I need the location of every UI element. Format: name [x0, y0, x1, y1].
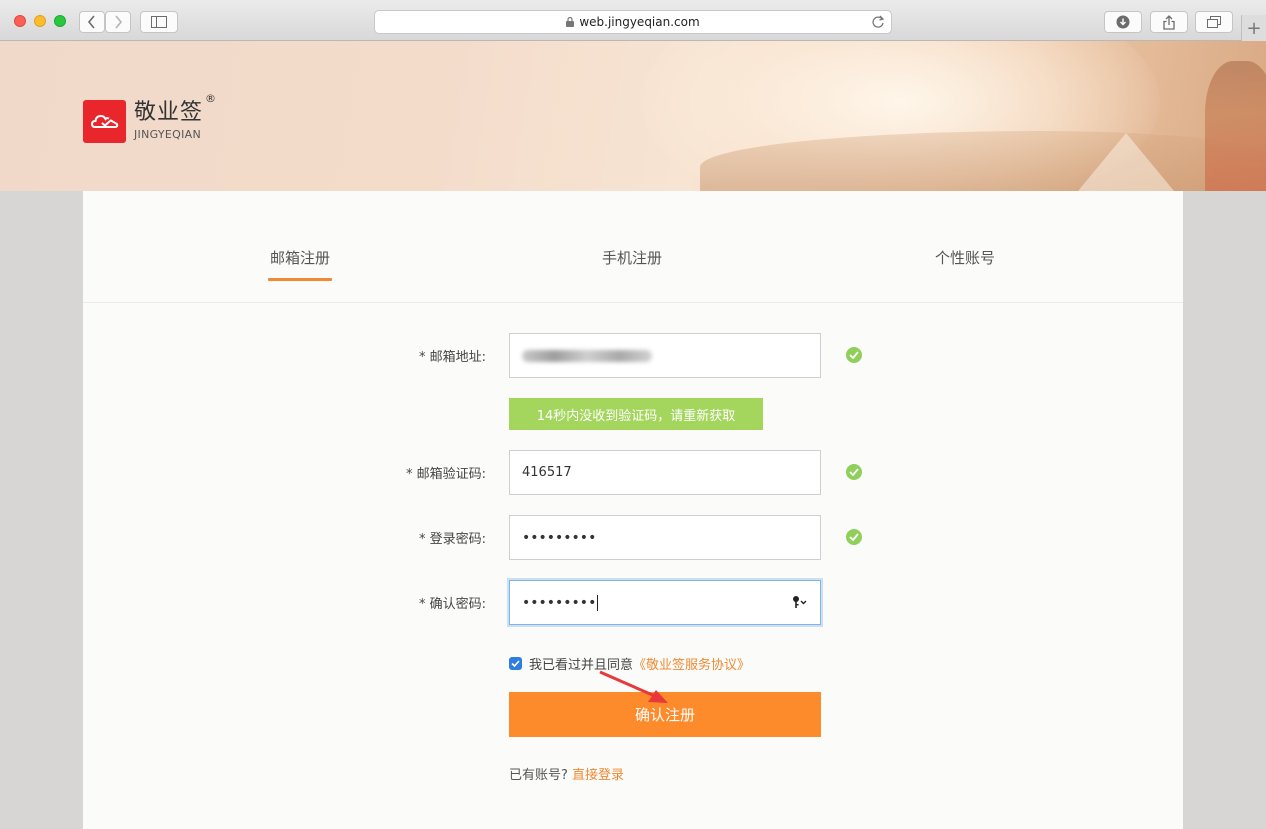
address-bar[interactable]: web.jingyeqian.com	[374, 10, 892, 34]
email-code-field[interactable]: 416517	[509, 450, 821, 495]
share-button[interactable]	[1150, 11, 1188, 33]
lock-icon	[566, 17, 575, 27]
logo-name-en: JINGYEQIAN	[134, 128, 202, 141]
tabs-icon	[1207, 15, 1221, 28]
back-button[interactable]	[79, 11, 105, 33]
tab-email-register[interactable]: 邮箱注册	[268, 247, 332, 281]
blurred-email-value	[522, 349, 652, 362]
checkmark-icon	[511, 660, 520, 667]
tab-label: 邮箱注册	[269, 249, 330, 267]
password-label: * 登录密码:	[418, 532, 486, 547]
zoom-window-button[interactable]	[54, 15, 66, 27]
minimize-window-button[interactable]	[34, 15, 46, 27]
sidebar-icon	[151, 16, 167, 28]
tab-label: 个性账号	[934, 249, 995, 267]
share-icon	[1163, 14, 1175, 30]
confirm-register-button[interactable]: 确认注册	[509, 692, 821, 737]
download-icon	[1116, 15, 1130, 29]
code-valid-check-icon	[846, 464, 862, 480]
tab-label: 手机注册	[601, 249, 662, 267]
register-card: 邮箱注册 手机注册 个性账号 * 邮箱地址: 14秒内没收到验证码，请重新获取 …	[83, 191, 1183, 829]
reload-icon[interactable]	[871, 14, 885, 30]
confirm-password-masked-value: •••••••••	[522, 594, 597, 611]
email-label: * 邮箱地址:	[418, 350, 486, 365]
has-account-text: 已有账号?	[509, 768, 568, 783]
banner-tent	[1078, 133, 1174, 191]
tab-custom-account[interactable]: 个性账号	[933, 247, 997, 268]
banner-person	[1205, 61, 1266, 191]
agree-checkbox[interactable]	[509, 657, 522, 670]
browser-toolbar: web.jingyeqian.com +	[0, 0, 1266, 41]
direct-login-link[interactable]: 直接登录	[572, 768, 624, 783]
tab-phone-register[interactable]: 手机注册	[600, 247, 664, 268]
password-valid-check-icon	[846, 529, 862, 545]
key-autofill-icon[interactable]	[792, 595, 808, 609]
email-field[interactable]	[509, 333, 821, 378]
tab-overview-button[interactable]	[1195, 11, 1233, 33]
confirm-password-field[interactable]: •••••••••	[509, 580, 821, 625]
login-prompt: 已有账号? 直接登录	[509, 764, 624, 783]
chevron-right-icon	[115, 15, 123, 29]
resend-code-button[interactable]: 14秒内没收到验证码，请重新获取	[509, 398, 763, 430]
downloads-button[interactable]	[1104, 11, 1142, 33]
agree-text: 我已看过并且同意	[529, 658, 634, 673]
password-field[interactable]: •••••••••	[509, 515, 821, 560]
email-valid-check-icon	[846, 347, 862, 363]
code-label: * 邮箱验证码:	[405, 467, 486, 482]
sidebar-toggle-button[interactable]	[140, 11, 178, 33]
registered-mark: ®	[205, 92, 216, 105]
service-agreement-link[interactable]: 《敬业签服务协议》	[633, 654, 750, 673]
new-tab-button[interactable]: +	[1241, 15, 1266, 41]
cloud-logo-icon	[83, 100, 126, 143]
logo-name-cn: 敬业签	[134, 100, 204, 125]
site-logo[interactable]: 敬业签 JINGYEQIAN ®	[83, 92, 216, 143]
forward-button[interactable]	[105, 11, 131, 33]
register-tabs: 邮箱注册 手机注册 个性账号	[83, 191, 1183, 303]
chevron-left-icon	[87, 15, 95, 29]
agreement-row: 我已看过并且同意 《敬业签服务协议》	[509, 654, 750, 673]
text-caret	[597, 594, 599, 611]
active-tab-indicator	[268, 278, 332, 281]
confirm-password-label: * 确认密码:	[418, 597, 486, 612]
email-code-value: 416517	[522, 465, 572, 480]
close-window-button[interactable]	[14, 15, 26, 27]
address-text: web.jingyeqian.com	[579, 15, 700, 29]
password-masked-value: •••••••••	[522, 529, 597, 546]
